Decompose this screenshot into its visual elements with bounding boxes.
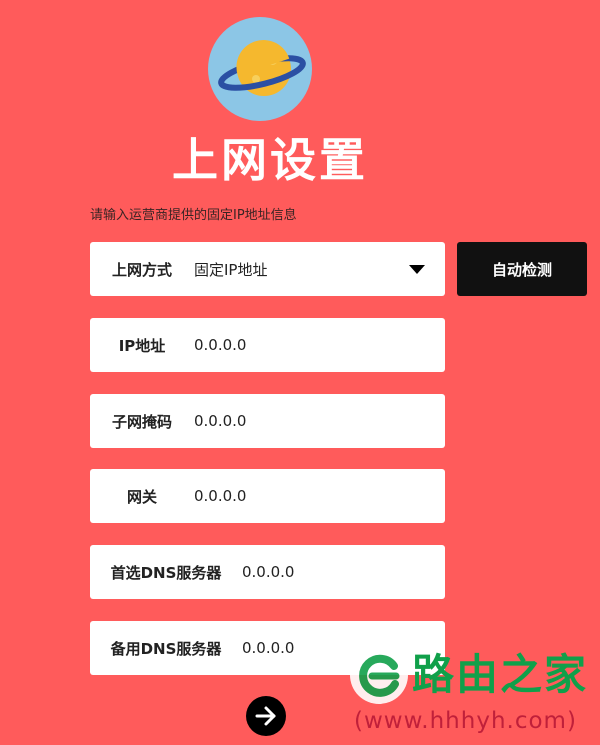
watermark-name: 路由之家 bbox=[412, 650, 589, 699]
connection-type-value: 固定IP地址 bbox=[194, 260, 268, 279]
arrow-right-icon bbox=[255, 706, 276, 726]
watermark-url: (www.hhhyh.com) bbox=[354, 708, 577, 734]
instruction-text: 请输入运营商提供的固定IP地址信息 bbox=[90, 208, 297, 223]
gateway-field[interactable]: 网关 0.0.0.0 bbox=[90, 469, 445, 523]
subnet-mask-field[interactable]: 子网掩码 0.0.0.0 bbox=[90, 394, 445, 448]
ip-address-label: IP地址 bbox=[118, 336, 166, 355]
subnet-mask-input[interactable]: 0.0.0.0 bbox=[194, 412, 246, 430]
page-title: 上网设置 bbox=[172, 133, 368, 187]
subnet-mask-label: 子网掩码 bbox=[111, 412, 172, 431]
primary-dns-label: 首选DNS服务器 bbox=[110, 563, 222, 582]
secondary-dns-input[interactable]: 0.0.0.0 bbox=[242, 639, 294, 657]
planet-icon bbox=[218, 39, 306, 96]
watermark: 路由之家 (www.hhhyh.com) bbox=[350, 640, 600, 745]
gateway-label: 网关 bbox=[126, 487, 157, 506]
leaf-e-icon bbox=[359, 654, 400, 697]
auto-detect-button[interactable]: 自动检测 bbox=[457, 242, 587, 296]
connection-type-label: 上网方式 bbox=[111, 260, 172, 279]
planet-logo bbox=[208, 17, 312, 121]
gateway-input[interactable]: 0.0.0.0 bbox=[194, 487, 246, 505]
ip-address-input[interactable]: 0.0.0.0 bbox=[194, 336, 246, 354]
primary-dns-field[interactable]: 首选DNS服务器 0.0.0.0 bbox=[90, 545, 445, 599]
secondary-dns-label: 备用DNS服务器 bbox=[110, 639, 222, 658]
watermark-logo bbox=[350, 646, 408, 704]
connection-type-select[interactable]: 上网方式 固定IP地址 bbox=[90, 242, 445, 296]
ip-address-field[interactable]: IP地址 0.0.0.0 bbox=[90, 318, 445, 372]
next-button[interactable] bbox=[246, 696, 286, 736]
primary-dns-input[interactable]: 0.0.0.0 bbox=[242, 563, 294, 581]
dropdown-arrow-icon[interactable] bbox=[409, 265, 425, 274]
